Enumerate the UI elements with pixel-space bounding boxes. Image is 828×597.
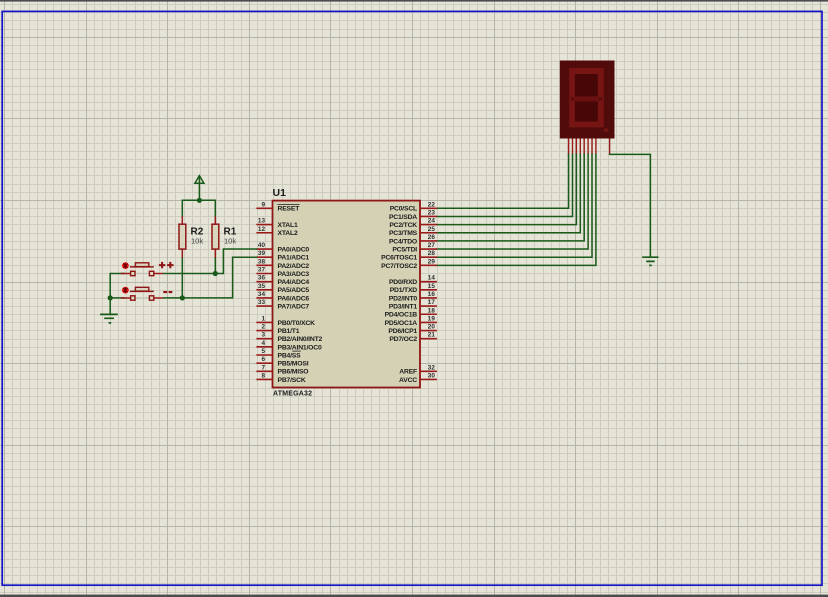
svg-text:PC5/TDI: PC5/TDI xyxy=(392,246,417,253)
svg-text:AREF: AREF xyxy=(399,369,417,376)
svg-text:AVCC: AVCC xyxy=(399,377,417,384)
svg-text:PC4/TDO: PC4/TDO xyxy=(389,238,417,245)
svg-text:PD5/OC1A: PD5/OC1A xyxy=(385,320,418,327)
svg-text:PD2/INT0: PD2/INT0 xyxy=(389,295,418,302)
svg-text:10k: 10k xyxy=(224,237,236,246)
svg-text:23: 23 xyxy=(428,209,436,216)
svg-text:1: 1 xyxy=(261,315,265,322)
svg-text:PC3/TMS: PC3/TMS xyxy=(389,230,418,237)
svg-text:34: 34 xyxy=(258,291,266,298)
svg-text:PA7/ADC7: PA7/ADC7 xyxy=(278,304,310,311)
svg-text:9: 9 xyxy=(261,201,265,208)
svg-text:40: 40 xyxy=(258,242,266,249)
svg-text:12: 12 xyxy=(258,226,266,233)
svg-text:24: 24 xyxy=(428,218,436,225)
svg-text:PC1/SDA: PC1/SDA xyxy=(389,214,417,221)
svg-text:U1: U1 xyxy=(273,187,287,199)
svg-text:16: 16 xyxy=(428,291,436,298)
svg-text:7: 7 xyxy=(261,364,265,371)
svg-text:PA6/ADC6: PA6/ADC6 xyxy=(278,295,310,302)
svg-text:39: 39 xyxy=(258,250,266,257)
svg-text:PD7/OC2: PD7/OC2 xyxy=(389,336,417,343)
svg-text:PD4/OC1B: PD4/OC1B xyxy=(385,312,418,319)
svg-text:PB3/AIN1/OC0: PB3/AIN1/OC0 xyxy=(278,344,322,351)
svg-text:37: 37 xyxy=(258,267,266,274)
svg-text:PD1/TXD: PD1/TXD xyxy=(390,287,418,294)
svg-text:PB2/AIN0/INT2: PB2/AIN0/INT2 xyxy=(278,336,323,343)
svg-text:PB1/T1: PB1/T1 xyxy=(278,328,300,335)
svg-text:27: 27 xyxy=(428,242,436,249)
svg-text:PB5/MOSI: PB5/MOSI xyxy=(278,361,309,368)
svg-text:36: 36 xyxy=(258,275,266,282)
svg-text:PA5/ADC5: PA5/ADC5 xyxy=(278,287,310,294)
svg-text:PC6/TOSC1: PC6/TOSC1 xyxy=(381,255,417,262)
svg-text:PA3/ADC3: PA3/ADC3 xyxy=(278,271,310,278)
svg-text:8: 8 xyxy=(261,372,265,379)
svg-text:PA1/ADC1: PA1/ADC1 xyxy=(278,255,310,262)
svg-text:PB4/SS: PB4/SS xyxy=(278,352,302,359)
svg-text:6: 6 xyxy=(261,356,265,363)
svg-text:14: 14 xyxy=(428,275,436,282)
svg-text:30: 30 xyxy=(428,372,436,379)
svg-text:XTAL1: XTAL1 xyxy=(278,222,298,229)
svg-text:XTAL2: XTAL2 xyxy=(278,230,298,237)
svg-text:PC7/TOSC2: PC7/TOSC2 xyxy=(381,263,417,270)
svg-text:PB0/T0/XCK: PB0/T0/XCK xyxy=(278,320,316,327)
svg-text:ATMEGA32: ATMEGA32 xyxy=(273,391,312,398)
svg-text:18: 18 xyxy=(428,307,436,314)
svg-text:PA0/ADC0: PA0/ADC0 xyxy=(278,246,310,253)
svg-text:15: 15 xyxy=(428,283,436,290)
svg-text:PD3/INT1: PD3/INT1 xyxy=(389,304,418,311)
svg-text:32: 32 xyxy=(428,364,436,371)
svg-text:20: 20 xyxy=(428,324,436,331)
svg-text:33: 33 xyxy=(258,299,266,306)
svg-text:RESET: RESET xyxy=(278,206,301,213)
svg-text:PD6/ICP1: PD6/ICP1 xyxy=(388,328,417,335)
svg-text:4: 4 xyxy=(261,340,265,347)
svg-text:35: 35 xyxy=(258,283,266,290)
svg-text:PB7/SCK: PB7/SCK xyxy=(278,377,306,384)
svg-text:28: 28 xyxy=(428,250,436,257)
svg-text:29: 29 xyxy=(428,258,436,265)
svg-text:10k: 10k xyxy=(191,237,203,246)
svg-text:38: 38 xyxy=(258,258,266,265)
svg-text:PB6/MISO: PB6/MISO xyxy=(278,369,309,376)
svg-text:2: 2 xyxy=(261,324,265,331)
svg-text:26: 26 xyxy=(428,234,436,241)
svg-text:19: 19 xyxy=(428,315,436,322)
svg-text:PD0/RXD: PD0/RXD xyxy=(389,279,417,286)
svg-text:PA2/ADC2: PA2/ADC2 xyxy=(278,263,310,270)
svg-text:22: 22 xyxy=(428,201,436,208)
svg-text:21: 21 xyxy=(428,332,436,339)
svg-text:5: 5 xyxy=(261,348,265,355)
svg-text:3: 3 xyxy=(261,332,265,339)
svg-text:PC2/TCK: PC2/TCK xyxy=(389,222,417,229)
svg-text:PC0/SCL: PC0/SCL xyxy=(390,206,417,213)
svg-text:25: 25 xyxy=(428,226,436,233)
svg-text:PA4/ADC4: PA4/ADC4 xyxy=(278,279,310,286)
svg-text:17: 17 xyxy=(428,299,436,306)
svg-text:13: 13 xyxy=(258,218,266,225)
